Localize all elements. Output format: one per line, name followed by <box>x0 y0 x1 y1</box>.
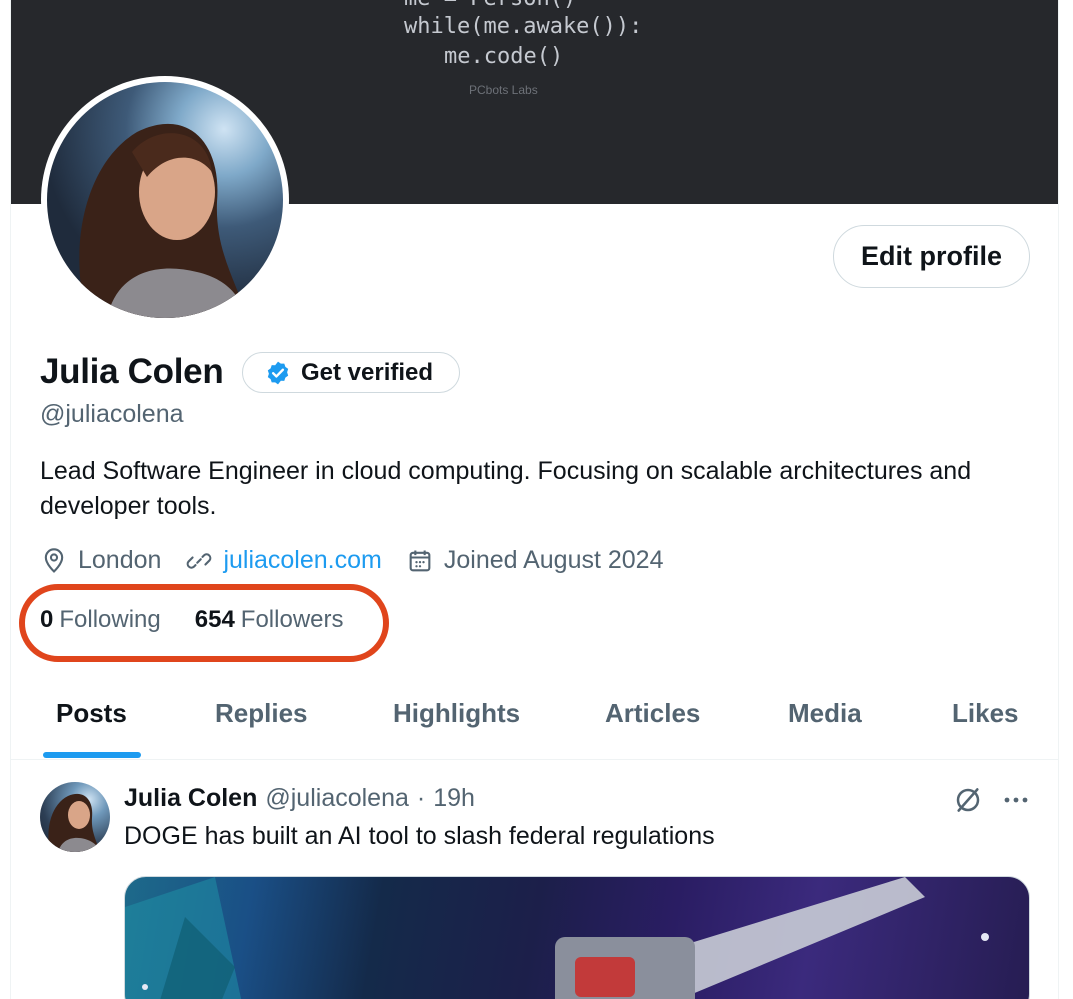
tab-replies[interactable]: Replies <box>215 698 308 729</box>
post-header: Julia Colen @juliacolena · 19h <box>124 784 475 813</box>
verified-badge-icon <box>267 361 289 384</box>
banner-brand: PCbots Labs <box>469 83 538 97</box>
avatar-photo <box>47 82 283 318</box>
media-photo <box>125 877 989 999</box>
banner-code-line: while(me.awake()): <box>404 14 643 39</box>
profile-tabs: Posts Replies Highlights Articles Media … <box>11 666 1058 760</box>
profile-bio: Lead Software Engineer in cloud computin… <box>40 457 972 520</box>
tab-posts[interactable]: Posts <box>56 698 127 729</box>
post-media-image[interactable] <box>124 876 1030 999</box>
profile-avatar[interactable] <box>41 76 289 324</box>
post-author-avatar[interactable] <box>40 782 110 852</box>
post-author-name[interactable]: Julia Colen <box>124 784 257 813</box>
banner-code-line: me = Person() <box>404 0 576 11</box>
joined-text: Joined August 2024 <box>443 546 664 574</box>
profile-page: me = Person() while(me.awake()): me.code… <box>10 0 1059 999</box>
joined-item: Joined August 2024 <box>406 546 664 575</box>
post-time[interactable]: 19h <box>433 784 475 813</box>
tab-media[interactable]: Media <box>788 698 862 729</box>
website-item[interactable]: juliacolen.com <box>185 546 382 575</box>
post-separator: · <box>416 784 426 812</box>
post-text: DOGE has built an AI tool to slash feder… <box>124 822 715 850</box>
get-verified-button[interactable]: Get verified <box>242 352 460 393</box>
profile-meta: London juliacolen.com Joined August 2024 <box>40 546 688 575</box>
more-icon[interactable] <box>1001 788 1031 812</box>
location-item: London <box>40 546 161 575</box>
get-verified-label: Get verified <box>301 358 434 386</box>
banner-code-line: me.code() <box>444 44 564 69</box>
location-text: London <box>78 546 162 574</box>
tab-likes[interactable]: Likes <box>952 698 1019 729</box>
link-icon <box>187 552 212 569</box>
calendar-icon <box>409 550 431 571</box>
avatar-portrait-icon <box>79 123 247 318</box>
tab-articles[interactable]: Articles <box>605 698 700 729</box>
tab-highlights[interactable]: Highlights <box>393 698 520 729</box>
website-link[interactable]: juliacolen.com <box>223 546 381 575</box>
profile-name: Julia Colen <box>40 352 224 391</box>
edit-profile-button[interactable]: Edit profile <box>833 225 1030 288</box>
profile-handle: @juliacolena <box>40 400 184 428</box>
annotation-ring <box>19 584 389 662</box>
post-author-handle[interactable]: @juliacolena <box>265 784 409 813</box>
location-icon <box>44 547 64 573</box>
avatar-portrait-icon <box>48 793 100 852</box>
grok-icon[interactable] <box>953 785 983 815</box>
active-tab-indicator <box>43 752 141 758</box>
